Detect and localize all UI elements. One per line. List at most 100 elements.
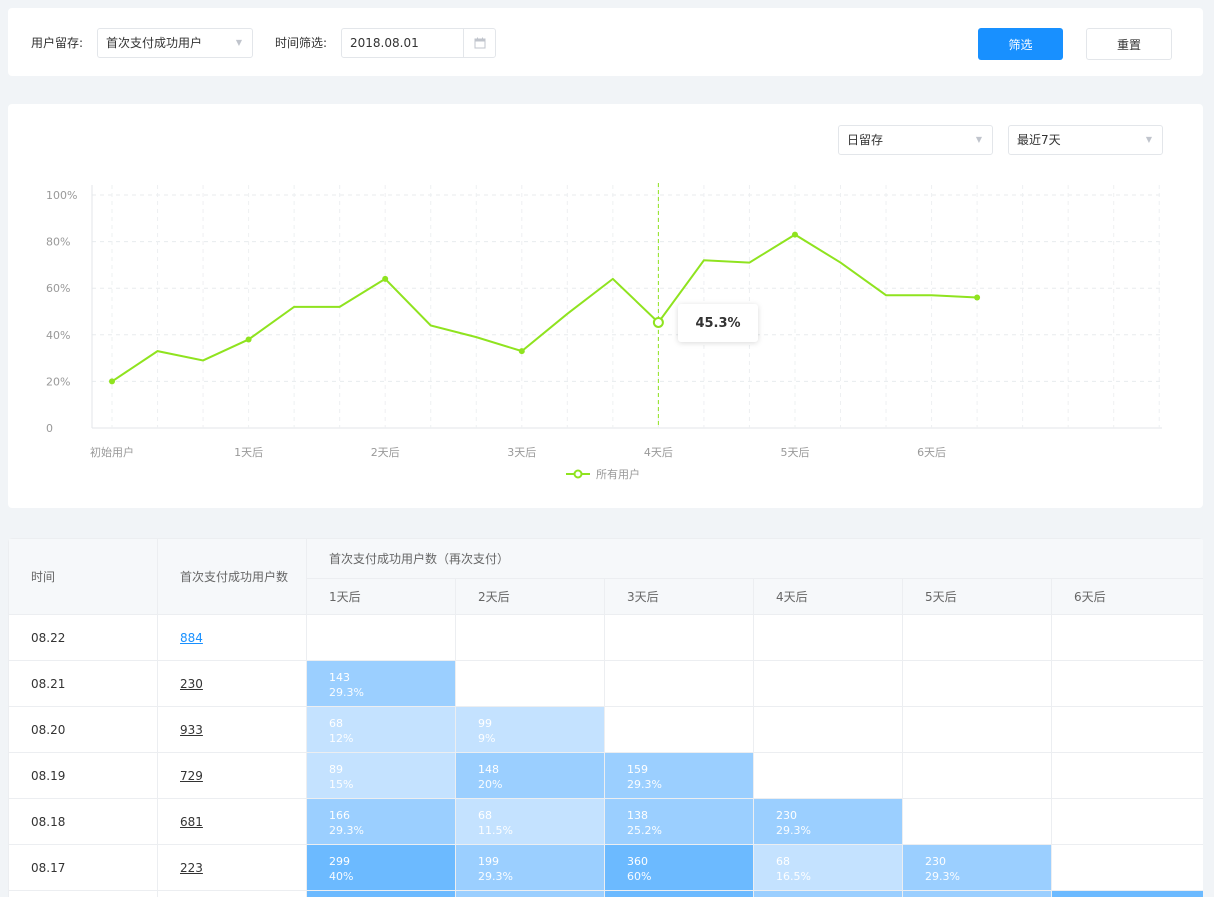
empty-cell — [902, 706, 1052, 753]
row-date: 08.18 — [8, 798, 158, 845]
retention-cell: 230 29.3% — [902, 844, 1052, 891]
retention-cell: 360 60% — [604, 844, 754, 891]
row-user-count: 933 — [157, 706, 307, 753]
data-point — [974, 294, 981, 301]
retention-percent: 40% — [329, 869, 354, 883]
retention-percent: 15% — [329, 777, 354, 791]
x-tick-label: 初始用户 — [90, 445, 134, 459]
table-row: 08.19 729 89 15% 148 20% 159 29.3% — [8, 752, 1203, 799]
empty-cell — [753, 706, 903, 753]
retention-percent: 29.3% — [329, 685, 364, 699]
retention-percent: 25.2% — [627, 823, 662, 837]
retention-table: 时间 首次支付成功用户数 首次支付成功用户数（再次支付） 1天后 2天后 3天后 4天… — [8, 538, 1203, 897]
empty-cell — [902, 798, 1052, 845]
retention-percent: 60% — [627, 869, 652, 883]
empty-cell — [1050, 660, 1203, 707]
row-date: 08.22 — [8, 614, 158, 661]
retention-count: 230 — [776, 808, 797, 822]
empty-cell — [753, 752, 903, 799]
retention-count: 199 — [478, 854, 499, 868]
row-date: 08.17 — [8, 844, 158, 891]
col-users: 首次支付成功用户数 — [157, 538, 307, 615]
user-count-link[interactable]: 223 — [180, 861, 203, 875]
day-header-4: 4天后 — [753, 578, 903, 615]
retention-cell: 199 29.3% — [455, 844, 605, 891]
partial-cell — [306, 890, 456, 897]
partial-cell — [753, 890, 903, 897]
empty-cell — [1050, 706, 1203, 753]
day-header-6: 6天后 — [1050, 578, 1203, 615]
retention-count: 89 — [329, 762, 343, 776]
user-count-link[interactable]: 681 — [180, 815, 203, 829]
row-user-count: 681 — [157, 798, 307, 845]
chart-legend[interactable]: 所有用户 — [566, 466, 640, 482]
retention-count: 299 — [329, 854, 350, 868]
retention-percent: 29.3% — [776, 823, 811, 837]
data-point — [245, 336, 252, 343]
day-header-2: 2天后 — [455, 578, 605, 615]
empty-cell — [1050, 844, 1203, 891]
retention-count: 68 — [776, 854, 790, 868]
empty-cell — [902, 752, 1052, 799]
empty-cell — [306, 614, 456, 661]
user-count-link[interactable]: 884 — [180, 631, 203, 645]
retention-table-card: 时间 首次支付成功用户数 首次支付成功用户数（再次支付） 1天后 2天后 3天后 4天… — [8, 538, 1203, 897]
retention-cell: 138 25.2% — [604, 798, 754, 845]
y-tick-label: 80% — [46, 236, 70, 249]
row-date: 08.21 — [8, 660, 158, 707]
data-point — [791, 231, 798, 238]
retention-cell: 68 12% — [306, 706, 456, 753]
user-count-link[interactable]: 729 — [180, 769, 203, 783]
user-count-link[interactable]: 230 — [180, 677, 203, 691]
chart-tooltip: 45.3% — [678, 304, 758, 342]
table-row: 08.22 884 — [8, 614, 1203, 661]
retention-cell: 68 16.5% — [753, 844, 903, 891]
retention-count: 138 — [627, 808, 648, 822]
retention-percent: 29.3% — [925, 869, 960, 883]
retention-percent: 29.3% — [329, 823, 364, 837]
user-count-link[interactable]: 933 — [180, 723, 203, 737]
legend-line-icon — [566, 469, 590, 479]
retention-count: 99 — [478, 716, 492, 730]
row-date: 08.19 — [8, 752, 158, 799]
retention-percent: 20% — [478, 777, 503, 791]
partial-cell — [157, 890, 307, 897]
partial-cell — [604, 890, 754, 897]
y-tick-label: 0 — [46, 422, 53, 435]
retention-cell: 68 11.5% — [455, 798, 605, 845]
table-row — [8, 890, 1203, 897]
retention-count: 143 — [329, 670, 350, 684]
retention-cell: 299 40% — [306, 844, 456, 891]
retention-cell: 166 29.3% — [306, 798, 456, 845]
empty-cell — [455, 614, 605, 661]
x-tick-label: 1天后 — [234, 446, 263, 459]
x-tick-label: 2天后 — [371, 446, 400, 459]
empty-cell — [1050, 614, 1203, 661]
partial-cell — [8, 890, 158, 897]
retention-percent: 29.3% — [478, 869, 513, 883]
retention-cell: 89 15% — [306, 752, 456, 799]
x-tick-label: 4天后 — [644, 446, 673, 459]
retention-line-chart: 0 20% 40% 60% 80% 100% 初始用户 1天后 2天后 3天后 4天后 5天后 6天后 — [46, 183, 1162, 459]
day-header-1: 1天后 — [306, 578, 456, 615]
retention-percent: 16.5% — [776, 869, 811, 883]
retention-count: 360 — [627, 854, 648, 868]
series-line-all-users — [111, 233, 978, 383]
empty-cell — [455, 660, 605, 707]
retention-percent: 11.5% — [478, 823, 513, 837]
data-point-highlighted — [652, 316, 664, 328]
y-tick-label: 40% — [46, 329, 70, 342]
retention-count: 230 — [925, 854, 946, 868]
retention-cell: 143 29.3% — [306, 660, 456, 707]
retention-cell: 148 20% — [455, 752, 605, 799]
retention-count: 159 — [627, 762, 648, 776]
empty-cell — [902, 614, 1052, 661]
row-user-count: 884 — [157, 614, 307, 661]
x-tick-label: 3天后 — [507, 446, 536, 459]
retention-count: 148 — [478, 762, 499, 776]
data-point — [382, 275, 389, 282]
partial-cell — [455, 890, 605, 897]
empty-cell — [1050, 798, 1203, 845]
retention-percent: 9% — [478, 731, 496, 745]
row-date: 08.20 — [8, 706, 158, 753]
